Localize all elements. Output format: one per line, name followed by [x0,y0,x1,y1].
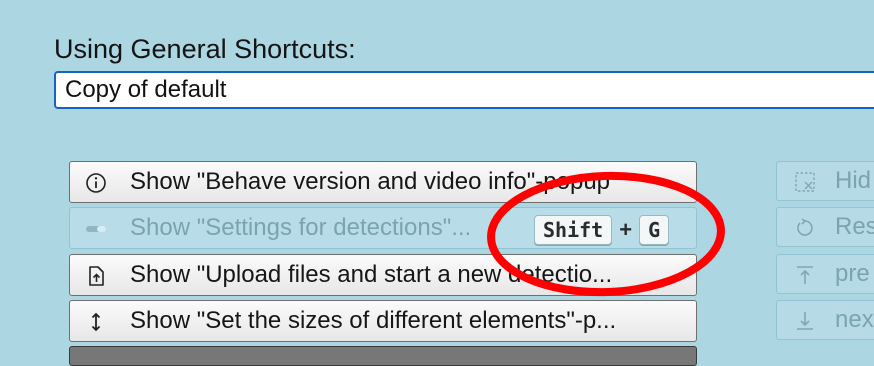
reset-button[interactable]: Res [776,207,874,247]
next-icon [797,312,813,330]
shift-key: Shift [534,215,613,245]
shortcut-profile-value: Copy of default [65,76,227,103]
toggle-icon [86,226,106,232]
show-set-sizes-button[interactable]: Show "Set the sizes of different element… [69,300,697,342]
previous-button[interactable]: pre [776,254,874,294]
side-button-label: Hid [835,167,872,194]
show-version-info-button[interactable]: Show "Behave version and video info"-pop… [69,161,697,203]
button-label: Show "Set the sizes of different element… [130,307,617,334]
side-button-label: Res [835,213,874,240]
upload-file-icon [89,266,104,286]
g-key: G [639,215,670,245]
resize-vertical-icon [91,312,101,332]
button-label: Show "Behave version and video info"-pop… [130,168,611,195]
button-label: Show "Settings for detections"... [130,214,472,241]
button-label: Show "Upload files and start a new detec… [130,261,613,288]
hide-selection-icon [795,172,815,192]
next-button[interactable]: nex [776,300,874,340]
shortcut-key-combo: Shift + G [534,214,670,246]
hide-button[interactable]: Hid [776,161,874,201]
reset-icon [797,218,813,236]
side-button-label: pre [835,260,870,287]
previous-icon [797,266,813,284]
page-heading: Using General Shortcuts: [54,34,356,64]
show-upload-files-button[interactable]: Show "Upload files and start a new detec… [69,254,697,296]
partial-button[interactable] [69,346,697,366]
plus-sign: + [619,217,633,242]
shortcut-profile-field[interactable]: Copy of default [54,71,874,109]
side-button-label: nex [835,306,874,333]
info-icon [86,173,106,193]
